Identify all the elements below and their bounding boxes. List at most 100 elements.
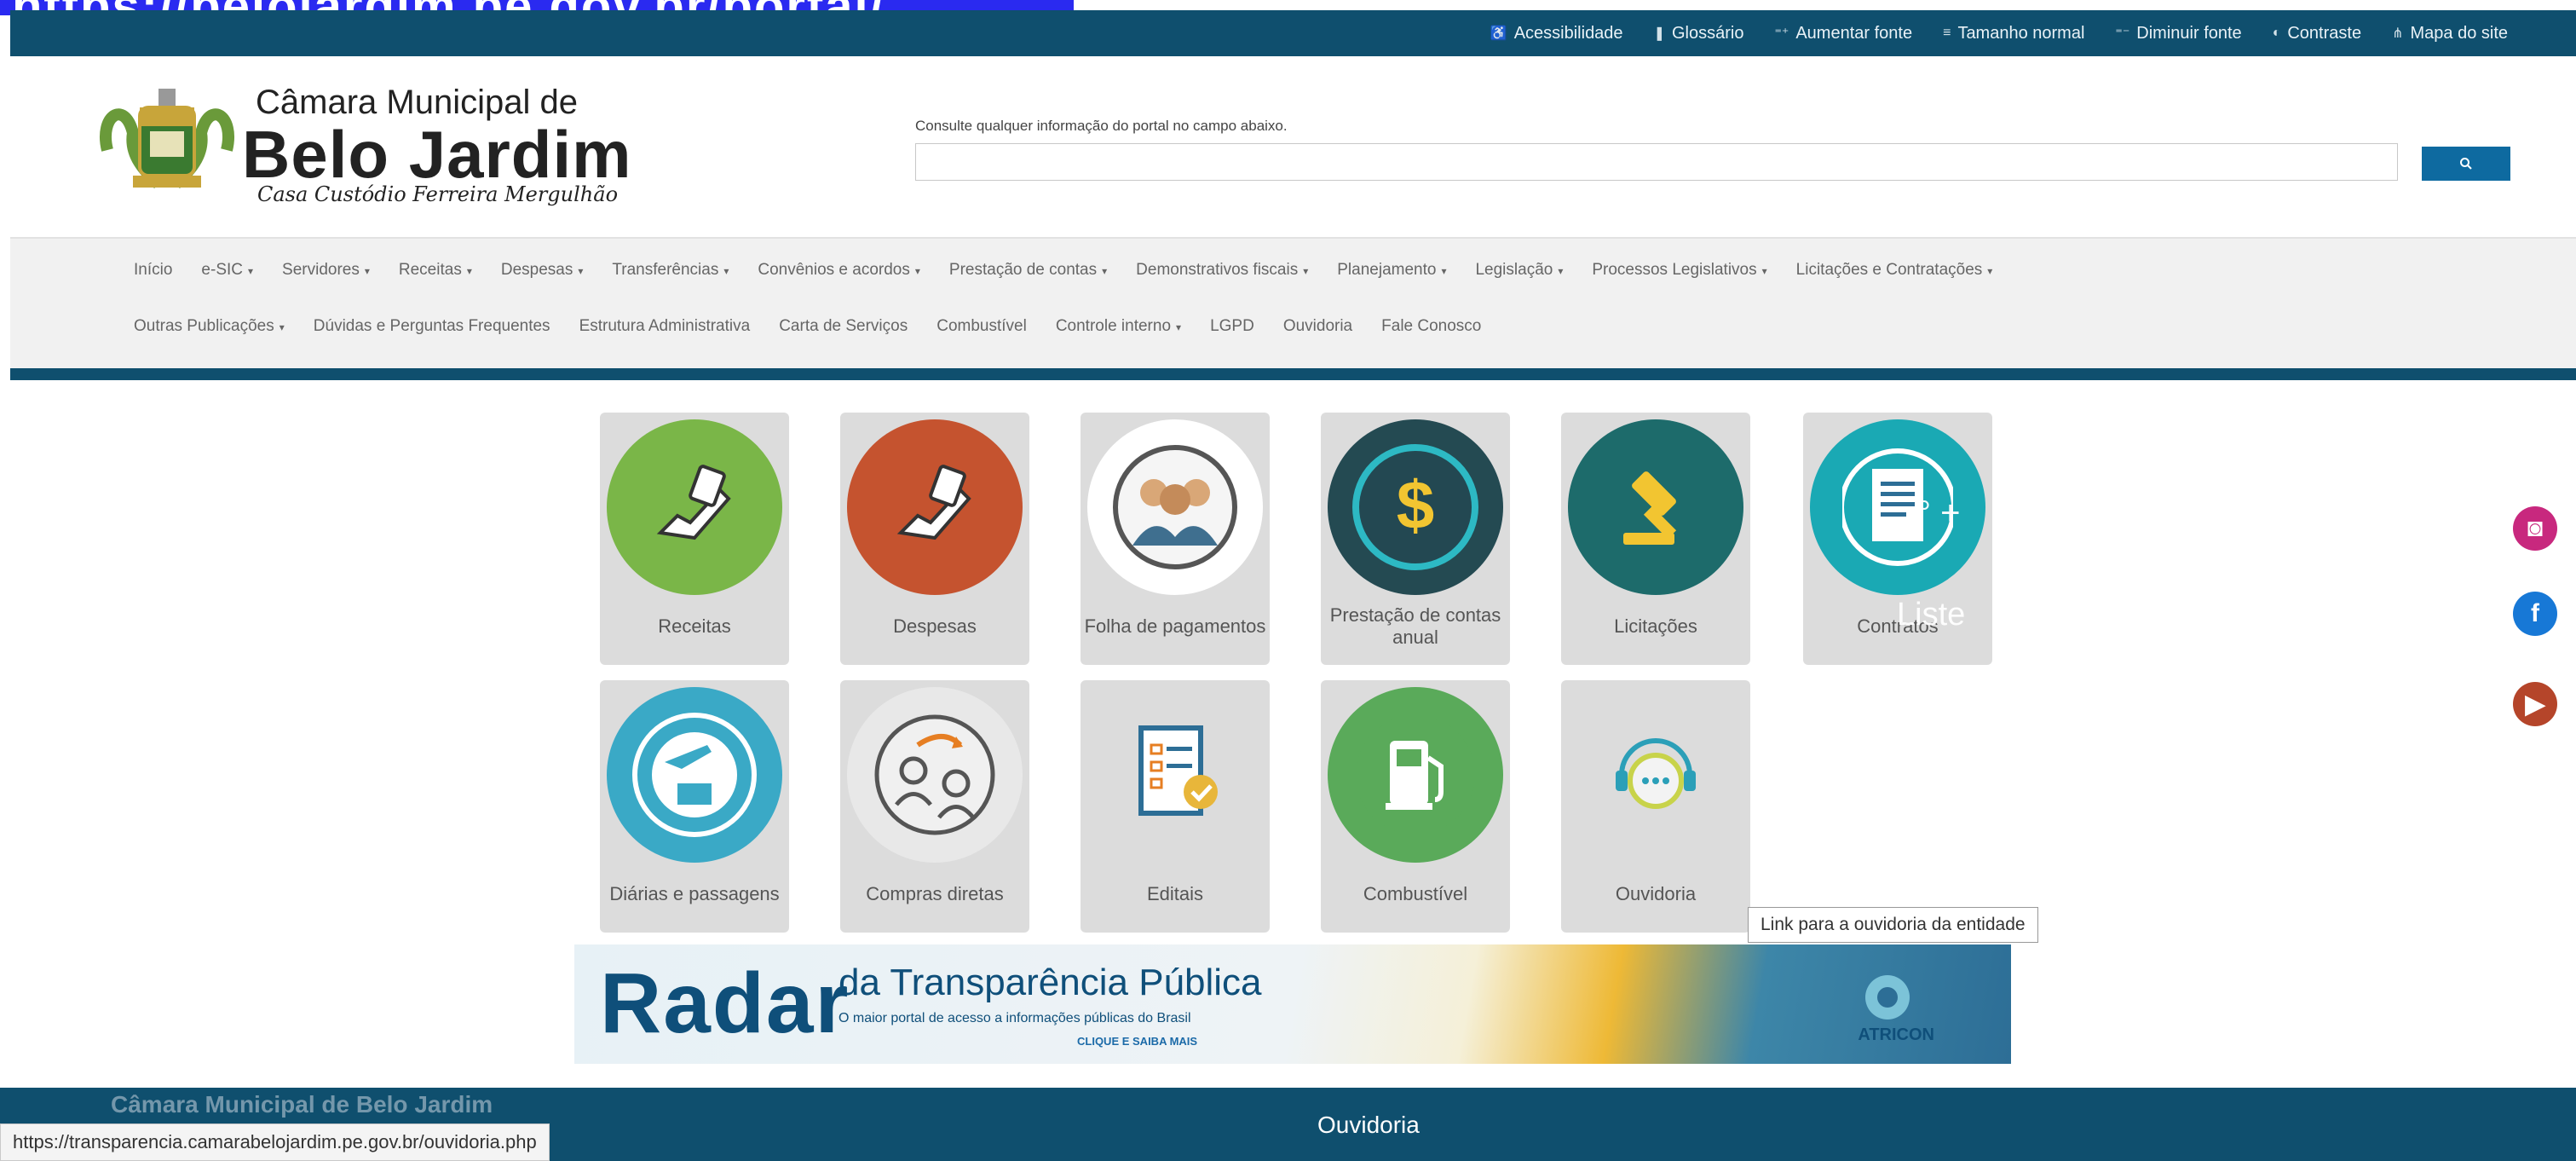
nav-item-carta-de-servi-os[interactable]: Carta de Serviços bbox=[779, 317, 908, 336]
money-hand-icon bbox=[607, 419, 782, 595]
nav-row-1: Início e-SIC ▾ Servidores ▾ Receitas ▾ Despesas… bbox=[134, 261, 2021, 280]
caret-down-icon: ▾ bbox=[578, 265, 584, 277]
tile-label: Receitas bbox=[658, 615, 731, 637]
tile-label: Despesas bbox=[893, 615, 977, 637]
tile-di-rias-e-passagens[interactable]: Diárias e passagens bbox=[600, 680, 789, 933]
nav-item-label: Combustível bbox=[936, 317, 1027, 335]
caret-down-icon: ▾ bbox=[1558, 265, 1564, 277]
tile-presta-o-de-contas-anual[interactable]: $ Prestação de contas anual bbox=[1321, 413, 1510, 665]
nav-item-fale-conosco[interactable]: Fale Conosco bbox=[1381, 317, 1481, 336]
access-link-label: Aumentar fonte bbox=[1795, 23, 1913, 43]
font-decrease-icon: ⁼⁻ bbox=[2115, 26, 2130, 41]
nav-item-ouvidoria[interactable]: Ouvidoria bbox=[1283, 317, 1352, 336]
facebook-icon[interactable]: f bbox=[2513, 592, 2557, 636]
people-group-icon bbox=[1087, 419, 1263, 595]
access-link-4[interactable]: ⁼⁻ Diminuir fonte bbox=[2115, 24, 2241, 43]
nav-item-label: Início bbox=[134, 261, 173, 279]
nav-row-2: Outras Publicações ▾ Dúvidas e Perguntas F… bbox=[134, 317, 1510, 336]
nav-item-estrutura-administrativa[interactable]: Estrutura Administrativa bbox=[579, 317, 751, 336]
overlay-plus-text: ° + bbox=[1917, 494, 1961, 532]
caret-down-icon: ▾ bbox=[1441, 265, 1447, 277]
radar-transparencia-banner[interactable]: Radar da Transparência Pública O maior p… bbox=[574, 944, 2011, 1064]
nav-item-conv-nios-e-acordos[interactable]: Convênios e acordos ▾ bbox=[758, 261, 920, 280]
footer-title: Câmara Municipal de Belo Jardim bbox=[111, 1091, 493, 1118]
nav-item-receitas[interactable]: Receitas ▾ bbox=[399, 261, 472, 280]
instagram-icon[interactable]: ◙ bbox=[2513, 506, 2557, 551]
header: Câmara Municipal de Belo Jardim Casa Cus… bbox=[10, 56, 2576, 235]
banner-subtitle: O maior portal de acesso a informações p… bbox=[838, 1011, 1191, 1025]
youtube-icon[interactable]: ▶ bbox=[2513, 682, 2557, 726]
dollar-icon: $ bbox=[1328, 419, 1503, 595]
banner-brand: ATRICON bbox=[1858, 1025, 1934, 1044]
nav-item-despesas[interactable]: Despesas ▾ bbox=[501, 261, 584, 280]
access-link-0[interactable]: ♿ Acessibilidade bbox=[1490, 24, 1623, 43]
contrast-icon: ◐ bbox=[2272, 26, 2281, 40]
logo-tagline: Casa Custódio Ferreira Mergulhão bbox=[257, 182, 619, 206]
access-link-label: Contraste bbox=[2287, 23, 2362, 43]
coat-of-arms-logo[interactable] bbox=[99, 82, 235, 201]
nav-item-label: Carta de Serviços bbox=[779, 317, 908, 335]
access-link-5[interactable]: ◐ Contraste bbox=[2273, 24, 2361, 43]
tile-despesas[interactable]: Despesas bbox=[840, 413, 1029, 665]
tile-combust-vel[interactable]: Combustível bbox=[1321, 680, 1510, 933]
access-link-label: Diminuir fonte bbox=[2136, 23, 2242, 43]
caret-down-icon: ▾ bbox=[1303, 265, 1309, 277]
tile-ouvidoria[interactable]: Ouvidoria bbox=[1561, 680, 1750, 933]
nav-item-presta-o-de-contas[interactable]: Prestação de contas ▾ bbox=[949, 261, 1107, 280]
tile-receitas[interactable]: Receitas bbox=[600, 413, 789, 665]
footer-column-title: Ouvidoria bbox=[1317, 1112, 1420, 1138]
tile-licita-es[interactable]: Licitações bbox=[1561, 413, 1750, 665]
nav-item-lgpd[interactable]: LGPD bbox=[1210, 317, 1254, 336]
nav-item-label: Licitações e Contratações bbox=[1795, 261, 1983, 279]
accessibility-bar: ♿ Acessibilidade ❚ Glossário ⁼⁺ Aumentar font… bbox=[10, 10, 2576, 56]
caret-down-icon: ▾ bbox=[914, 265, 920, 277]
nav-item-transfer-ncias[interactable]: Transferências ▾ bbox=[612, 261, 729, 280]
nav-item-in-cio[interactable]: Início bbox=[134, 261, 172, 280]
nav-item-label: Transferências bbox=[612, 261, 719, 279]
chat-support-icon bbox=[1568, 687, 1743, 863]
nav-item-processos-legislativos[interactable]: Processos Legislativos ▾ bbox=[1592, 261, 1766, 280]
font-increase-icon: ⁼⁺ bbox=[1774, 26, 1789, 41]
nav-item-label: Servidores bbox=[282, 261, 360, 279]
nav-item-e-sic[interactable]: e-SIC ▾ bbox=[201, 261, 253, 280]
checklist-icon bbox=[1087, 687, 1263, 863]
access-link-2[interactable]: ⁼⁺ Aumentar fonte bbox=[1774, 24, 1912, 43]
banner-cta: CLIQUE E SAIBA MAIS bbox=[1077, 1035, 1198, 1048]
nav-item-outras-publica-es[interactable]: Outras Publicações ▾ bbox=[134, 317, 285, 336]
tile-editais[interactable]: Editais bbox=[1081, 680, 1270, 933]
tile-folha-de-pagamentos[interactable]: Folha de pagamentos bbox=[1081, 413, 1270, 665]
nav-item-combust-vel[interactable]: Combustível bbox=[936, 317, 1027, 336]
nav-item-planejamento[interactable]: Planejamento ▾ bbox=[1337, 261, 1446, 280]
nav-item-controle-interno[interactable]: Controle interno ▾ bbox=[1056, 317, 1181, 336]
nav-item-label: Estrutura Administrativa bbox=[579, 317, 751, 335]
access-link-1[interactable]: ❚ Glossário bbox=[1654, 24, 1744, 43]
tile-compras-diretas[interactable]: Compras diretas bbox=[840, 680, 1029, 933]
search-input[interactable] bbox=[915, 143, 2398, 181]
gavel-icon bbox=[1568, 419, 1743, 595]
nav-item-servidores[interactable]: Servidores ▾ bbox=[282, 261, 370, 280]
nav-item-legisla-o[interactable]: Legislação ▾ bbox=[1475, 261, 1563, 280]
nav-item-licita-es-e-contrata-es[interactable]: Licitações e Contratações ▾ bbox=[1796, 261, 1993, 280]
caret-down-icon: ▾ bbox=[279, 321, 285, 333]
search-button[interactable] bbox=[2422, 147, 2510, 181]
main-navigation: Início e-SIC ▾ Servidores ▾ Receitas ▾ Despesas… bbox=[10, 237, 2576, 370]
caret-down-icon: ▾ bbox=[1176, 321, 1182, 333]
nav-item-label: Legislação bbox=[1475, 261, 1553, 279]
travel-icon bbox=[607, 687, 782, 863]
nav-item-label: Processos Legislativos bbox=[1592, 261, 1757, 279]
nav-item-label: LGPD bbox=[1210, 317, 1254, 335]
tile-label: Combustível bbox=[1363, 882, 1468, 904]
tile-label: Ouvidoria bbox=[1615, 882, 1697, 904]
atricon-logo-icon bbox=[1865, 975, 1910, 1019]
nav-item-label: Planejamento bbox=[1337, 261, 1437, 279]
caret-down-icon: ▾ bbox=[723, 265, 729, 277]
tooltip: Link para a ouvidoria da entidade bbox=[1748, 907, 2038, 943]
access-link-6[interactable]: ⋔ Mapa do site bbox=[2392, 24, 2508, 43]
nav-item-label: Dúvidas e Perguntas Frequentes bbox=[313, 317, 550, 335]
nav-item-demonstrativos-fiscais[interactable]: Demonstrativos fiscais ▾ bbox=[1136, 261, 1308, 280]
nav-item-d-vidas-e-perguntas-frequentes[interactable]: Dúvidas e Perguntas Frequentes bbox=[314, 317, 550, 336]
caret-down-icon: ▾ bbox=[466, 265, 472, 277]
access-link-3[interactable]: ≡ Tamanho normal bbox=[1943, 24, 2084, 43]
nav-item-label: Fale Conosco bbox=[1381, 317, 1482, 335]
tile-label: Compras diretas bbox=[866, 882, 1004, 904]
